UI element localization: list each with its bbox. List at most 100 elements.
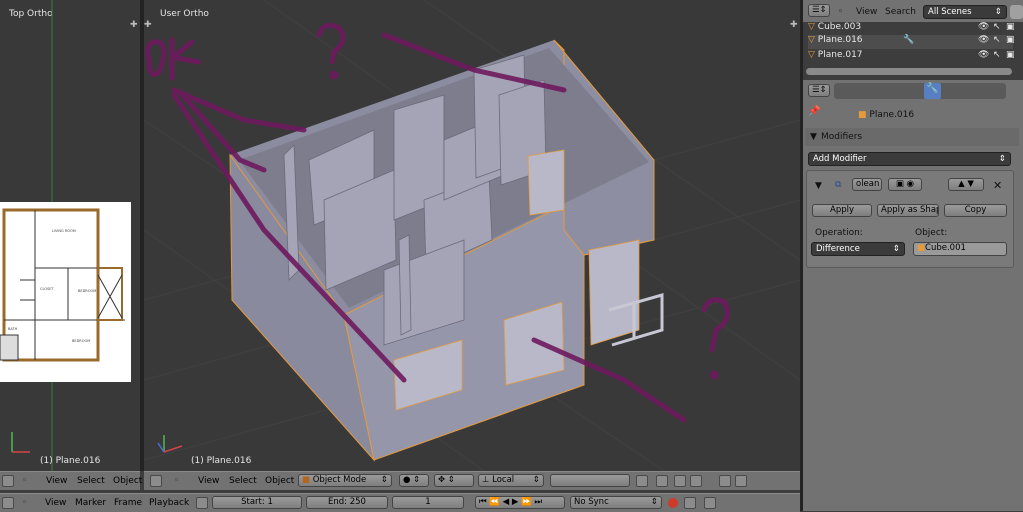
pin-icon[interactable]: 📌	[808, 106, 820, 117]
menu-object[interactable]: Object	[113, 476, 142, 486]
select-icon: ↖	[993, 22, 1001, 32]
top-ortho-viewport[interactable]: Top Ortho LIVING ROOM BEDROOM BEDROOM CL…	[0, 0, 140, 471]
apply-button[interactable]: Apply	[812, 204, 872, 217]
wrench-icon: 🔧	[903, 35, 915, 45]
object-icon: ▽	[808, 22, 815, 32]
start-frame-field[interactable]: Start: 1	[212, 496, 302, 509]
outliner-scrollbar[interactable]	[806, 68, 1012, 75]
wrench-icon: 🔧	[924, 83, 941, 99]
left-view-header: ◦ View Select Object	[0, 471, 142, 490]
keying-set-icon[interactable]	[684, 497, 696, 509]
menu-view[interactable]: View	[45, 498, 66, 508]
menu-view[interactable]: View	[856, 7, 877, 17]
user-ortho-viewport[interactable]: User Ortho ✚ ✚ (1) Plane.016	[144, 0, 800, 471]
record-icon[interactable]	[668, 498, 678, 508]
add-modifier-dropdown[interactable]: Add Modifier ⇕	[808, 152, 1011, 166]
visibility-icon: 👁	[978, 35, 990, 45]
object-field[interactable]: ■Cube.001	[913, 242, 1007, 256]
modifier-name-field[interactable]: olean	[852, 178, 882, 191]
active-object-label: (1) Plane.016	[40, 456, 101, 466]
render-icon[interactable]	[719, 475, 731, 487]
editor-type-icon[interactable]	[2, 497, 14, 509]
proportional-edit-icon[interactable]	[656, 475, 668, 487]
clock-icon[interactable]	[196, 497, 208, 509]
floorplan-label: LIVING ROOM	[52, 229, 76, 233]
close-icon[interactable]: ✕	[993, 179, 1002, 192]
panel-title: Modifiers	[821, 132, 863, 142]
editor-type-icon[interactable]	[2, 475, 14, 487]
operation-dropdown[interactable]: Difference ⇕	[811, 242, 905, 256]
display-toggles[interactable]: ▣ ◉	[888, 178, 922, 191]
move-up-down[interactable]: ▲ ▼	[948, 178, 984, 191]
render-icon: ▣	[1006, 35, 1015, 45]
menu-view[interactable]: View	[46, 476, 67, 486]
object-icon: ▽	[808, 50, 815, 60]
lock-layers-icon[interactable]	[636, 475, 648, 487]
house-model	[229, 39, 664, 462]
menu-marker[interactable]: Marker	[75, 498, 106, 508]
snap-icon[interactable]	[674, 475, 686, 487]
collapse-arrow-icon: ▼	[810, 132, 817, 142]
sync-dropdown[interactable]: No Sync ⇕	[570, 496, 662, 509]
axis-icon: ⊥	[482, 475, 490, 485]
menu-dot-icon: ◦	[174, 476, 180, 486]
mode-dropdown[interactable]: ■ Object Mode ⇕	[298, 474, 392, 487]
shading-dropdown[interactable]: ● ⇕	[399, 474, 429, 487]
select-icon: ↖	[993, 35, 1001, 45]
end-frame-field[interactable]: End: 250	[306, 496, 388, 509]
boolean-icon: ⧉	[835, 180, 842, 190]
operation-label: Operation:	[815, 228, 863, 238]
menu-select[interactable]: Select	[229, 476, 257, 486]
keyframe-icon[interactable]	[704, 497, 716, 509]
menu-search[interactable]: Search	[885, 7, 916, 17]
object-name: ■ Plane.016	[858, 110, 915, 120]
svg-text:BEDROOM: BEDROOM	[72, 339, 90, 343]
list-item[interactable]: ▽ Plane.017 👁 ↖ ▣	[808, 50, 1015, 64]
layer-buttons[interactable]	[550, 474, 630, 487]
editor-type-icon[interactable]	[150, 475, 162, 487]
visibility-icon: 👁	[978, 50, 990, 60]
expand-icon[interactable]: ✚	[130, 20, 138, 30]
cube-icon: ■	[858, 110, 867, 120]
menu-select[interactable]: Select	[77, 476, 105, 486]
render-icon: ▣	[1006, 22, 1015, 32]
svg-text:BATH: BATH	[8, 327, 18, 331]
active-object-label: (1) Plane.016	[191, 456, 252, 466]
list-item[interactable]: ▽ Cube.003 👁 ↖ ▣	[808, 22, 1015, 36]
cube-icon: ■	[917, 243, 926, 253]
object-icon: ▽	[808, 35, 815, 45]
menu-dot-icon: ◦	[838, 7, 844, 17]
menu-object[interactable]: Object	[265, 476, 294, 486]
pivot-dropdown[interactable]: ✥ ⇕	[434, 474, 474, 487]
editor-type-icon[interactable]: ☰⇕	[808, 4, 830, 17]
apply-as-shape-button[interactable]: Apply as Shape	[877, 204, 939, 217]
main-view-header: ◦ View Select Object ■ Object Mode ⇕ ● ⇕…	[144, 471, 800, 490]
playback-controls[interactable]: ⏮ ⏪ ◀ ▶ ⏩ ⏭	[475, 496, 565, 509]
menu-frame[interactable]: Frame	[114, 498, 142, 508]
copy-button[interactable]: Copy	[944, 204, 1007, 217]
orientation-dropdown[interactable]: ⊥ Local ⇕	[478, 474, 544, 487]
modifiers-panel-header[interactable]: ▼ Modifiers	[805, 128, 1019, 146]
render-icon: ▣	[1006, 50, 1015, 60]
top-ortho-grid: LIVING ROOM BEDROOM BEDROOM CLOSET BATH	[0, 0, 131, 471]
outliner-header: ☰⇕ ◦ View Search All Scenes ⇕	[803, 0, 1023, 22]
properties-tabs[interactable]: 🔧	[834, 83, 1006, 99]
menu-dot-icon: ◦	[22, 476, 28, 486]
search-icon[interactable]	[1010, 5, 1023, 19]
object-label: Object:	[915, 228, 948, 238]
svg-text:CLOSET: CLOSET	[40, 287, 54, 291]
menu-playback[interactable]: Playback	[149, 498, 189, 508]
render-anim-icon[interactable]	[735, 475, 747, 487]
scene-filter-dropdown[interactable]: All Scenes ⇕	[923, 5, 1007, 19]
timeline-header: ◦ View Marker Frame Playback Start: 1 En…	[0, 493, 800, 512]
menu-view[interactable]: View	[198, 476, 219, 486]
snap-target-icon[interactable]	[690, 475, 702, 487]
current-frame-field[interactable]: 1	[392, 496, 464, 509]
menu-dot-icon: ◦	[22, 498, 28, 508]
editor-type-icon[interactable]: ☰⇕	[808, 84, 830, 97]
list-item[interactable]: ▽ Plane.016 🔧 👁 ↖ ▣	[808, 35, 1015, 49]
visibility-icon: 👁	[978, 22, 990, 32]
cube-icon: ■	[302, 475, 311, 485]
expand-arrow-icon[interactable]: ▼	[815, 181, 822, 191]
select-icon: ↖	[993, 50, 1001, 60]
